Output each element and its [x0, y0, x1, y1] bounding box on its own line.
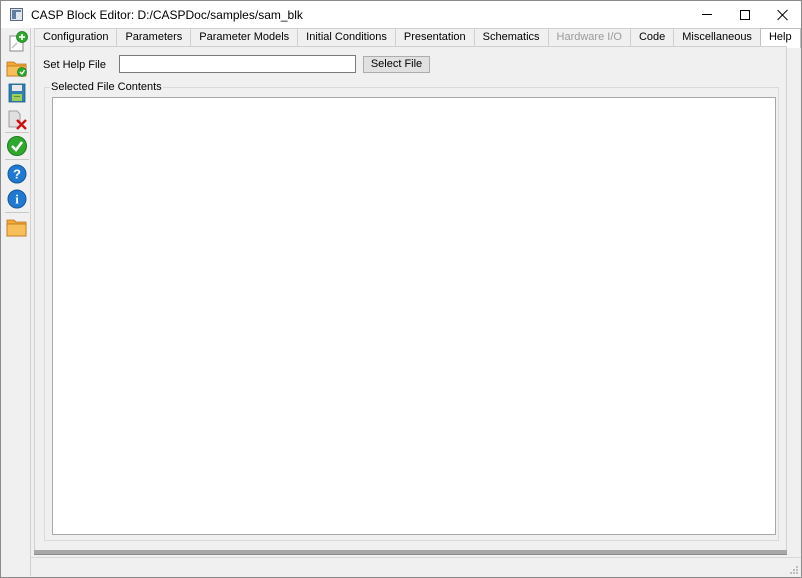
toolbar-separator: [5, 132, 29, 133]
tab-initial-conditions[interactable]: Initial Conditions: [297, 28, 396, 47]
status-bar: [31, 557, 801, 577]
close-icon: [777, 9, 789, 21]
close-window-button[interactable]: [760, 1, 802, 28]
tab-code[interactable]: Code: [629, 28, 675, 47]
tab-hardware-io: Hardware I/O: [547, 28, 631, 47]
maximize-icon: [740, 9, 750, 20]
toolbar-separator: [5, 159, 29, 160]
folder-button[interactable]: [6, 216, 28, 238]
open-button[interactable]: [6, 57, 28, 79]
svg-text:?: ?: [13, 167, 21, 182]
help-button[interactable]: ?: [6, 163, 28, 185]
svg-text:i: i: [15, 192, 19, 207]
app-window: CASP Block Editor: D:/CASPDoc/samples/sa…: [0, 0, 802, 578]
close-file-button[interactable]: [6, 108, 28, 130]
info-icon: i: [7, 189, 27, 209]
question-icon: ?: [7, 164, 27, 184]
document-delete-icon: [8, 110, 27, 130]
minimize-icon: [702, 14, 712, 15]
tab-parameter-models[interactable]: Parameter Models: [190, 28, 299, 47]
verify-button[interactable]: [6, 135, 28, 157]
help-file-input[interactable]: [119, 55, 356, 73]
new-block-button[interactable]: [6, 31, 28, 53]
title-bar: CASP Block Editor: D:/CASPDoc/samples/sa…: [1, 1, 801, 28]
tab-bar: Configuration Parameters Parameter Model…: [34, 28, 801, 48]
about-button[interactable]: i: [6, 188, 28, 210]
panel-bottom-bar: [34, 550, 787, 555]
tab-parameters[interactable]: Parameters: [116, 28, 192, 47]
select-file-button[interactable]: Select File: [363, 56, 430, 73]
resize-grip-icon[interactable]: [789, 565, 799, 575]
tab-miscellaneous[interactable]: Miscellaneous: [673, 28, 761, 47]
new-document-plus-icon: [9, 31, 28, 52]
folder-icon: [6, 219, 27, 237]
save-disk-icon: [8, 83, 26, 103]
green-checkmark-icon: [7, 136, 27, 156]
selected-file-contents-label: Selected File Contents: [50, 81, 163, 93]
set-help-file-label: Set Help File: [43, 59, 106, 71]
tab-help[interactable]: Help: [759, 28, 801, 48]
tab-schematics[interactable]: Schematics: [473, 28, 549, 47]
app-icon: [10, 8, 23, 21]
tab-presentation[interactable]: Presentation: [394, 28, 475, 47]
file-contents-textarea[interactable]: [52, 97, 776, 535]
folder-open-icon: [6, 61, 27, 77]
window-title: CASP Block Editor: D:/CASPDoc/samples/sa…: [31, 8, 303, 22]
tab-configuration[interactable]: Configuration: [34, 28, 118, 47]
save-button[interactable]: [6, 82, 28, 104]
toolbar-separator: [5, 212, 29, 213]
left-toolbar: ? i: [2, 28, 31, 576]
help-tab-panel: Set Help File Select File Selected File …: [34, 46, 787, 551]
